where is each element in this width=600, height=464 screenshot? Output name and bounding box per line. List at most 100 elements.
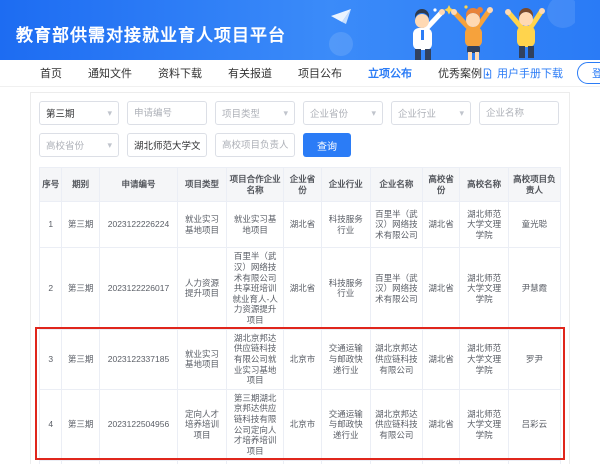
table-cell: 就业实习基地项目 bbox=[178, 329, 227, 389]
filter-row-1: 第三期 ▾ 项目类型 ▾ 企业省份 ▾ 企业行业 ▾ bbox=[39, 101, 561, 125]
table-cell: 1 bbox=[40, 202, 62, 248]
university-province-select[interactable]: 高校省份 ▾ bbox=[39, 133, 119, 157]
project-type-placeholder: 项目类型 bbox=[222, 106, 281, 120]
table-cell: 3 bbox=[40, 329, 62, 389]
table-cell: 湖北师范大学文理学院 bbox=[460, 329, 508, 389]
university-leader-input[interactable] bbox=[215, 133, 295, 157]
table-cell: 湖北省 bbox=[422, 460, 460, 464]
table-cell: 第三期 bbox=[62, 248, 100, 329]
table-cell: 第三期 bbox=[62, 460, 100, 464]
table-cell: 5 bbox=[40, 460, 62, 464]
nav-item-reports[interactable]: 有关报道 bbox=[228, 65, 272, 81]
table-cell: 甘伟 bbox=[508, 460, 560, 464]
chevron-down-icon: ▾ bbox=[371, 108, 376, 119]
table-cell: 2 bbox=[40, 248, 62, 329]
phase-select[interactable]: 第三期 ▾ bbox=[39, 101, 119, 125]
table-cell: 湖北省 bbox=[422, 202, 460, 248]
table-cell: 第三期 bbox=[62, 329, 100, 389]
nav-item-home[interactable]: 首页 bbox=[40, 65, 62, 81]
manual-download-link[interactable]: 用户手册下载 bbox=[482, 65, 563, 81]
table-row: 4第三期2023122504956定向人才培养培训项目第三期湖北京邦达供应链科技… bbox=[40, 389, 561, 460]
manual-download-label: 用户手册下载 bbox=[497, 65, 563, 81]
nav-item-notices[interactable]: 通知文件 bbox=[88, 65, 132, 81]
nav-item-project-announcement[interactable]: 项目公布 bbox=[298, 65, 342, 81]
table-cell: 百里半（武汉）网络技术有限公司 bbox=[370, 248, 422, 329]
project-type-select[interactable]: 项目类型 ▾ bbox=[215, 101, 295, 125]
table-cell: 湖北京邦达供应链科技有限公司面向就业重点群体帮扶项目 bbox=[227, 460, 284, 464]
table-cell: 百里半（武汉）网络技术有限公司共享班培训 就业育人-人力资源提升项目 bbox=[227, 248, 284, 329]
column-header: 高校项目负责人 bbox=[508, 168, 560, 202]
enterprise-name-input[interactable] bbox=[479, 101, 559, 125]
enterprise-industry-select[interactable]: 企业行业 ▾ bbox=[391, 101, 471, 125]
table-cell: 2023122504956 bbox=[99, 389, 177, 460]
column-header: 企业省份 bbox=[284, 168, 322, 202]
table-cell: 湖北师范大学文理学院 bbox=[460, 202, 508, 248]
table-cell: 第三期 bbox=[62, 389, 100, 460]
table-cell: 2023122226224 bbox=[99, 202, 177, 248]
column-header: 企业行业 bbox=[321, 168, 370, 202]
table-cell: 人力资源提升项目 bbox=[178, 248, 227, 329]
filter-row-2: 高校省份 ▾ 查询 bbox=[39, 133, 561, 157]
table-cell: 湖北省 bbox=[422, 389, 460, 460]
table-cell: 湖北京邦达供应链科技有限公司 bbox=[370, 460, 422, 464]
login-button[interactable]: 登录 bbox=[577, 62, 600, 84]
table-cell: 交通运输与邮政快递行业 bbox=[321, 460, 370, 464]
table-cell: 湖北省 bbox=[422, 329, 460, 389]
search-button[interactable]: 查询 bbox=[303, 133, 351, 157]
table-cell: 吕彩云 bbox=[508, 389, 560, 460]
table-cell: 就业实习基地项目 bbox=[178, 202, 227, 248]
chevron-down-icon: ▾ bbox=[107, 108, 112, 119]
results-table: 序号期别申请编号项目类型项目合作企业名称企业省份企业行业企业名称高校省份高校名称… bbox=[39, 167, 561, 464]
table-cell: 湖北省 bbox=[284, 202, 322, 248]
table-cell: 第三期 bbox=[62, 202, 100, 248]
table-cell: 2023122337185 bbox=[99, 329, 177, 389]
nav-right: 用户手册下载 登录 bbox=[482, 62, 600, 84]
table-cell: 百里半（武汉）网络技术有限公司 bbox=[370, 202, 422, 248]
filter-bar: 第三期 ▾ 项目类型 ▾ 企业省份 ▾ 企业行业 ▾ bbox=[39, 101, 561, 157]
chevron-down-icon: ▾ bbox=[459, 108, 464, 119]
table-cell: 罗尹 bbox=[508, 329, 560, 389]
table-cell: 2023122226017 bbox=[99, 248, 177, 329]
app-header: 教育部供需对接就业育人项目平台 bbox=[0, 0, 600, 60]
table-cell: 科技服务行业 bbox=[321, 202, 370, 248]
table-row: 1第三期2023122226224就业实习基地项目就业实习基地项目湖北省科技服务… bbox=[40, 202, 561, 248]
header-illustration bbox=[325, 0, 575, 60]
table-cell: 湖北省 bbox=[284, 248, 322, 329]
nav-items: 首页 通知文件 资料下载 有关报道 项目公布 立项公布 优秀案例 bbox=[40, 65, 482, 81]
table-cell: 就业实习基地项目 bbox=[227, 202, 284, 248]
table-row: 2第三期2023122226017人力资源提升项目百里半（武汉）网络技术有限公司… bbox=[40, 248, 561, 329]
table-cell: 交通运输与邮政快递行业 bbox=[321, 329, 370, 389]
table-cell: 湖北京邦达供应链科技有限公司就业实习基地项目 bbox=[227, 329, 284, 389]
page: 教育部供需对接就业育人项目平台 bbox=[0, 0, 600, 464]
enterprise-province-placeholder: 企业省份 bbox=[310, 106, 369, 120]
table-cell: 湖北师范大学文理学院 bbox=[460, 389, 508, 460]
main-nav: 首页 通知文件 资料下载 有关报道 项目公布 立项公布 优秀案例 用户手册下载 … bbox=[0, 60, 600, 87]
table-row: 3第三期2023122337185就业实习基地项目湖北京邦达供应链科技有限公司就… bbox=[40, 329, 561, 389]
enterprise-province-select[interactable]: 企业省份 ▾ bbox=[303, 101, 383, 125]
table-row: 5第三期2023122250883重点群体就业帮扶项目湖北京邦达供应链科技有限公… bbox=[40, 460, 561, 464]
application-no-input[interactable] bbox=[127, 101, 207, 125]
table-cell: 童光聪 bbox=[508, 202, 560, 248]
table-cell: 第三期湖北京邦达供应链科技有限公司定向人才培养培训项目 bbox=[227, 389, 284, 460]
table-cell: 科技服务行业 bbox=[321, 248, 370, 329]
column-header: 申请编号 bbox=[99, 168, 177, 202]
nav-item-downloads[interactable]: 资料下载 bbox=[158, 65, 202, 81]
university-name-input[interactable] bbox=[127, 133, 207, 157]
table-body: 1第三期2023122226224就业实习基地项目就业实习基地项目湖北省科技服务… bbox=[40, 202, 561, 464]
table-cell: 湖北省 bbox=[422, 248, 460, 329]
table-cell: 湖北师范大学文理学院 bbox=[460, 460, 508, 464]
table-cell: 定向人才培养培训项目 bbox=[178, 389, 227, 460]
table-cell: 4 bbox=[40, 389, 62, 460]
nav-item-approval-announcement[interactable]: 立项公布 bbox=[368, 65, 412, 81]
document-download-icon bbox=[482, 68, 493, 79]
nav-item-excellent-cases[interactable]: 优秀案例 bbox=[438, 65, 482, 81]
table-wrap: 序号期别申请编号项目类型项目合作企业名称企业省份企业行业企业名称高校省份高校名称… bbox=[39, 167, 561, 464]
enterprise-industry-placeholder: 企业行业 bbox=[398, 106, 457, 120]
chevron-down-icon: ▾ bbox=[107, 140, 112, 151]
content-panel: 第三期 ▾ 项目类型 ▾ 企业省份 ▾ 企业行业 ▾ bbox=[30, 92, 570, 464]
chevron-down-icon: ▾ bbox=[283, 108, 288, 119]
phase-select-value: 第三期 bbox=[46, 106, 105, 120]
table-cell: 北京市 bbox=[284, 329, 322, 389]
table-cell: 北京市 bbox=[284, 389, 322, 460]
table-header-row: 序号期别申请编号项目类型项目合作企业名称企业省份企业行业企业名称高校省份高校名称… bbox=[40, 168, 561, 202]
